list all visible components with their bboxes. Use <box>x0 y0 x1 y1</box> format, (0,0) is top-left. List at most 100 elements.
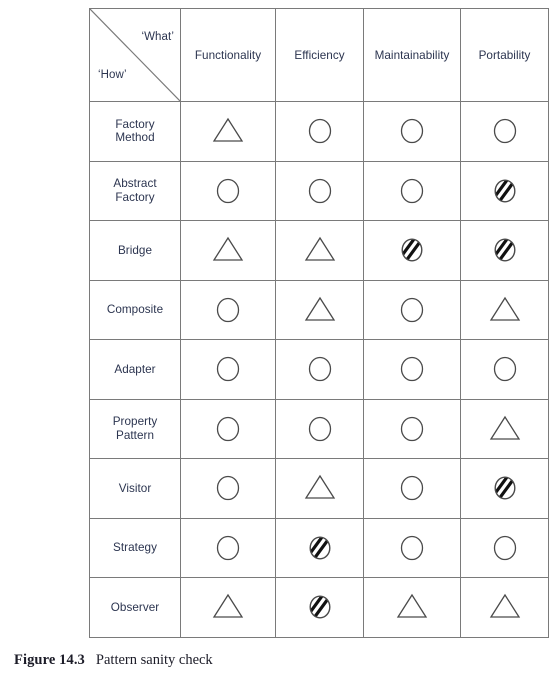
row-header-line1: Property <box>112 415 158 429</box>
row-header-line1: Abstract <box>113 177 157 191</box>
figure-caption-number: Figure 14.3 <box>14 652 85 668</box>
pattern-sanity-check-table: ‘What’ ‘How’ Functionality Efficiency Ma… <box>89 8 549 638</box>
circle-icon <box>216 535 240 560</box>
table-header-row: ‘What’ ‘How’ Functionality Efficiency Ma… <box>89 8 549 102</box>
cell-observer-efficiency <box>275 577 364 638</box>
circle-icon <box>400 357 424 382</box>
cell-visitor-portability <box>460 458 549 519</box>
diagonal-divider-icon <box>90 9 180 101</box>
cell-factory-method-portability <box>460 101 549 162</box>
cell-abstract-factory-functionality <box>180 160 276 221</box>
cell-factory-method-functionality <box>180 101 276 162</box>
circle-icon <box>216 476 240 501</box>
row-header-line2: Factory <box>115 190 155 204</box>
cell-observer-maintainability <box>363 577 461 638</box>
cell-composite-efficiency <box>275 279 364 340</box>
triangle-icon <box>304 237 335 261</box>
cell-property-pattern-portability <box>460 398 549 459</box>
row-header-abstract-factory: Abstract Factory <box>89 160 181 221</box>
row-header-line1: Observer <box>110 600 160 614</box>
cell-property-pattern-maintainability <box>363 398 461 459</box>
cell-strategy-efficiency <box>275 517 364 578</box>
circle-icon <box>493 535 516 560</box>
cell-adapter-portability <box>460 339 549 400</box>
cell-adapter-functionality <box>180 339 276 400</box>
cell-visitor-maintainability <box>363 458 461 519</box>
hatched-circle-icon <box>493 476 516 500</box>
circle-icon <box>216 178 240 203</box>
cell-strategy-functionality <box>180 517 276 578</box>
cell-composite-maintainability <box>363 279 461 340</box>
hatched-circle-icon <box>308 595 331 619</box>
cell-abstract-factory-portability <box>460 160 549 221</box>
table-body: Factory Method Abstract Factory Bridge Compos… <box>89 101 549 638</box>
circle-icon <box>493 119 516 144</box>
circle-icon <box>216 357 240 382</box>
row-header-factory-method: Factory Method <box>89 101 181 162</box>
cell-property-pattern-efficiency <box>275 398 364 459</box>
circle-icon <box>216 297 240 322</box>
triangle-icon <box>489 594 520 618</box>
corner-header-cell: ‘What’ ‘How’ <box>89 8 181 102</box>
row-header-line1: Visitor <box>118 481 152 495</box>
row-header-property-pattern: Property Pattern <box>89 398 181 459</box>
table-row: Observer <box>89 577 549 638</box>
circle-icon <box>400 178 424 203</box>
table-row: Composite <box>89 279 549 340</box>
cell-observer-portability <box>460 577 549 638</box>
table-row: Bridge <box>89 220 549 281</box>
figure-caption-text: Pattern sanity check <box>95 652 213 668</box>
what-axis-label: ‘What’ <box>141 31 174 43</box>
triangle-icon <box>212 237 244 261</box>
table-row: Abstract Factory <box>89 160 549 221</box>
row-header-observer: Observer <box>89 577 181 638</box>
cell-abstract-factory-maintainability <box>363 160 461 221</box>
cell-factory-method-maintainability <box>363 101 461 162</box>
cell-property-pattern-functionality <box>180 398 276 459</box>
cell-composite-functionality <box>180 279 276 340</box>
cell-bridge-maintainability <box>363 220 461 281</box>
circle-icon <box>400 119 424 144</box>
figure-container: ‘What’ ‘How’ Functionality Efficiency Ma… <box>0 0 560 679</box>
column-header-portability: Portability <box>460 8 549 102</box>
table-row: Factory Method <box>89 101 549 162</box>
cell-abstract-factory-efficiency <box>275 160 364 221</box>
row-header-bridge: Bridge <box>89 220 181 281</box>
cell-strategy-maintainability <box>363 517 461 578</box>
row-header-line1: Composite <box>106 303 164 316</box>
circle-icon <box>400 297 424 322</box>
triangle-icon <box>304 475 335 499</box>
cell-bridge-efficiency <box>275 220 364 281</box>
circle-icon <box>308 119 331 144</box>
row-header-line2: Method <box>115 131 155 145</box>
triangle-icon <box>304 296 335 321</box>
table-row: Adapter <box>89 339 549 400</box>
triangle-icon <box>489 296 520 321</box>
table-row: Property Pattern <box>89 398 549 459</box>
circle-icon <box>400 476 424 501</box>
figure-caption: Figure 14.3 Pattern sanity check <box>14 652 213 669</box>
triangle-icon <box>212 594 244 618</box>
column-header-functionality: Functionality <box>180 8 276 102</box>
circle-icon <box>493 357 516 382</box>
column-header-maintainability: Maintainability <box>363 8 461 102</box>
circle-icon <box>308 178 331 203</box>
triangle-icon <box>489 415 520 440</box>
how-axis-label: ‘How’ <box>98 69 127 81</box>
row-header-line2: Pattern <box>115 428 155 442</box>
triangle-icon <box>212 118 244 142</box>
circle-icon <box>216 416 240 441</box>
triangle-icon <box>396 594 428 618</box>
circle-icon <box>400 416 424 441</box>
row-header-line1: Strategy <box>113 541 157 554</box>
table-row: Visitor <box>89 458 549 519</box>
hatched-circle-icon <box>493 179 516 203</box>
cell-bridge-portability <box>460 220 549 281</box>
cell-strategy-portability <box>460 517 549 578</box>
row-header-line1: Bridge <box>117 243 153 257</box>
row-header-line1: Adapter <box>114 362 156 376</box>
cell-observer-functionality <box>180 577 276 638</box>
table-row: Strategy <box>89 517 549 578</box>
row-header-strategy: Strategy <box>89 517 181 578</box>
row-header-composite: Composite <box>89 279 181 340</box>
